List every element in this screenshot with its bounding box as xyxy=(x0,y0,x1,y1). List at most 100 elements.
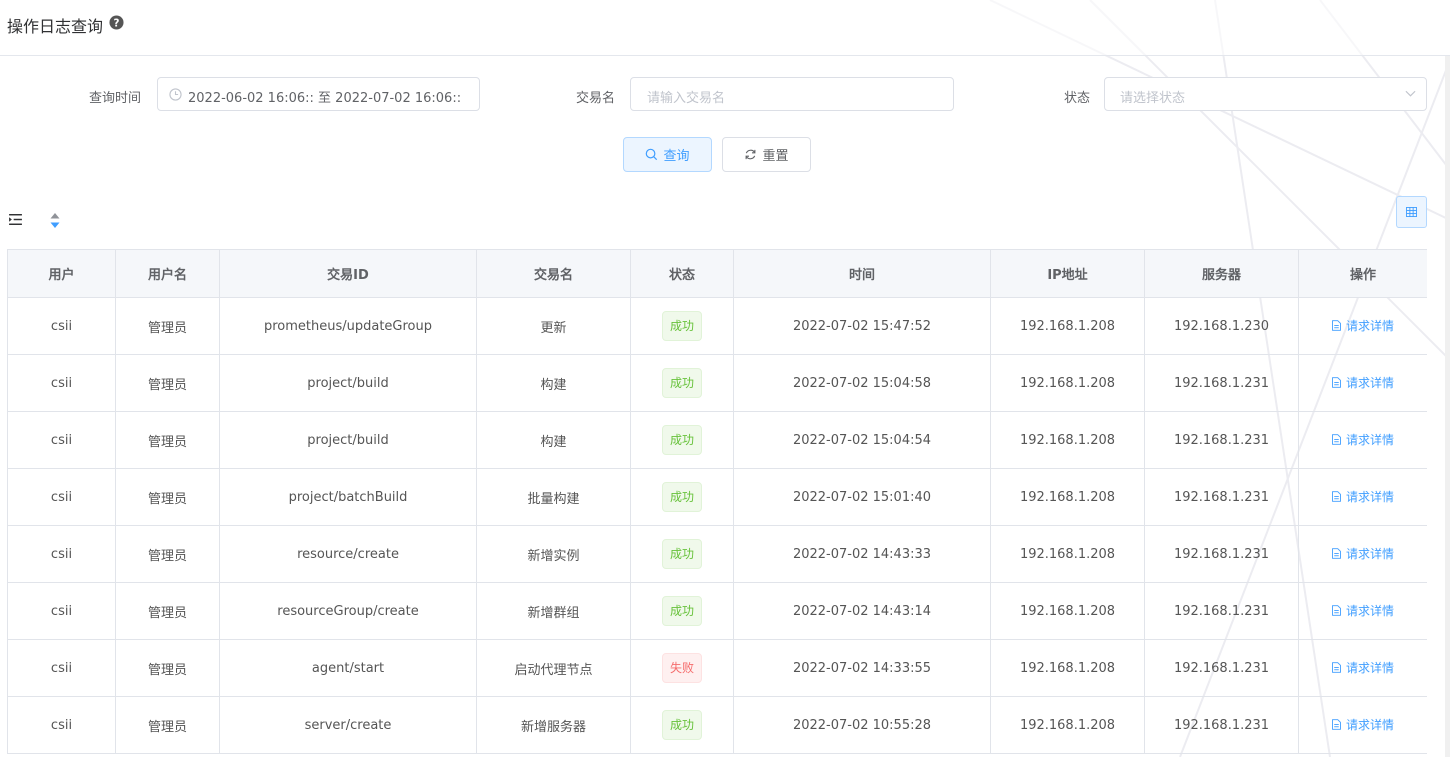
cell-time: 2022-07-02 14:33:55 xyxy=(733,639,991,697)
cell-trade-id: server/create xyxy=(219,696,477,754)
status-badge: 成功 xyxy=(661,425,702,455)
status-select[interactable]: 请选择状态 xyxy=(1104,77,1427,111)
column-header-time[interactable]: 时间 xyxy=(733,249,991,298)
cell-server: 192.168.1.231 xyxy=(1144,411,1299,469)
scrollbar[interactable] xyxy=(1445,56,1450,757)
cell-trade-name: 启动代理节点 xyxy=(476,639,631,697)
request-detail-link[interactable]: 请求详情 xyxy=(1332,602,1394,619)
column-header-action[interactable]: 操作 xyxy=(1298,249,1427,298)
table-row: csii 管理员 resourceGroup/create 新增群组 成功 2022-07… xyxy=(7,582,1427,640)
table-row: csii 管理员 server/create 新增服务器 成功 2022-07-02 10… xyxy=(7,696,1427,754)
request-detail-link[interactable]: 请求详情 xyxy=(1332,488,1394,505)
cell-ip: 192.168.1.208 xyxy=(990,525,1145,583)
cell-trade-id: project/build xyxy=(219,411,477,469)
status-badge: 成功 xyxy=(661,596,702,626)
request-detail-label: 请求详情 xyxy=(1345,319,1394,333)
cell-status: 成功 xyxy=(630,582,734,640)
column-header-trade-id[interactable]: 交易ID xyxy=(219,249,477,298)
cell-status: 成功 xyxy=(630,525,734,583)
document-icon xyxy=(1332,320,1341,331)
document-icon xyxy=(1332,662,1341,673)
cell-server: 192.168.1.231 xyxy=(1144,525,1299,583)
time-label: 查询时间 xyxy=(89,91,142,106)
cell-trade-id: prometheus/updateGroup xyxy=(219,297,477,355)
status-label: 状态 xyxy=(1064,91,1091,106)
cell-action: 请求详情 xyxy=(1298,411,1427,469)
cell-time: 2022-07-02 15:01:40 xyxy=(733,468,991,526)
cell-server: 192.168.1.231 xyxy=(1144,468,1299,526)
cell-server: 192.168.1.231 xyxy=(1144,696,1299,754)
cell-username: 管理员 xyxy=(115,525,220,583)
request-detail-link[interactable]: 请求详情 xyxy=(1332,374,1394,391)
page-title: 操作日志查询 xyxy=(7,17,104,36)
cell-user: csii xyxy=(7,468,116,526)
cell-trade-id: agent/start xyxy=(219,639,477,697)
cell-trade-name: 构建 xyxy=(476,411,631,469)
operation-log-table: 用户 用户名 交易ID 交易名 状态 时间 IP地址 服务器 操作 csii 管理… xyxy=(7,249,1427,757)
collapse-menu-icon[interactable] xyxy=(9,214,22,225)
column-header-status[interactable]: 状态 xyxy=(630,249,734,298)
request-detail-label: 请求详情 xyxy=(1345,718,1394,732)
cell-status: 失败 xyxy=(630,639,734,697)
column-header-username[interactable]: 用户名 xyxy=(115,249,220,298)
table-header-row: 用户 用户名 交易ID 交易名 状态 时间 IP地址 服务器 操作 xyxy=(7,249,1427,298)
cell-ip: 192.168.1.208 xyxy=(990,582,1145,640)
question-circle-icon[interactable]: ? xyxy=(109,15,124,30)
cell-status: 成功 xyxy=(630,696,734,754)
document-icon xyxy=(1332,491,1341,502)
column-header-server[interactable]: 服务器 xyxy=(1144,249,1299,298)
clock-icon xyxy=(169,88,182,101)
request-detail-label: 请求详情 xyxy=(1345,547,1394,561)
request-detail-link[interactable]: 请求详情 xyxy=(1332,317,1394,334)
cell-trade-name: 新增服务器 xyxy=(476,696,631,754)
request-detail-link[interactable]: 请求详情 xyxy=(1332,431,1394,448)
request-detail-label: 请求详情 xyxy=(1345,604,1394,618)
cell-ip: 192.168.1.208 xyxy=(990,411,1145,469)
request-detail-label: 请求详情 xyxy=(1345,661,1394,675)
table-row: csii 管理员 project/build 构建 成功 2022-07-02 15:04… xyxy=(7,354,1427,412)
cell-trade-id: resource/create xyxy=(219,525,477,583)
cell-trade-name: 批量构建 xyxy=(476,468,631,526)
cell-username: 管理员 xyxy=(115,468,220,526)
table-row: csii 管理员 project/batchBuild 批量构建 成功 2022-07-0… xyxy=(7,468,1427,526)
cell-user: csii xyxy=(7,696,116,754)
cell-server: 192.168.1.230 xyxy=(1144,297,1299,355)
table-row: csii 管理员 prometheus/updateGroup 更新 成功 2022-07… xyxy=(7,297,1427,355)
request-detail-link[interactable]: 请求详情 xyxy=(1332,716,1394,733)
cell-action: 请求详情 xyxy=(1298,582,1427,640)
cell-action: 请求详情 xyxy=(1298,696,1427,754)
request-detail-label: 请求详情 xyxy=(1345,433,1394,447)
column-header-trade-name[interactable]: 交易名 xyxy=(476,249,631,298)
status-badge: 成功 xyxy=(661,710,702,740)
trade-name-input[interactable]: 请输入交易名 xyxy=(630,77,954,111)
document-icon xyxy=(1332,719,1341,730)
cell-username: 管理员 xyxy=(115,582,220,640)
cell-trade-name: 构建 xyxy=(476,354,631,412)
page-header: 操作日志查询 ? xyxy=(0,0,1450,56)
chevron-down-icon xyxy=(1405,90,1416,97)
cell-action: 请求详情 xyxy=(1298,354,1427,412)
search-button[interactable]: 查询 xyxy=(623,137,712,172)
cell-user: csii xyxy=(7,297,116,355)
cell-time: 2022-07-02 14:43:33 xyxy=(733,525,991,583)
time-range-picker[interactable]: 2022-06-02 16:06:: 至 2022-07-02 16:06:: xyxy=(157,77,480,111)
request-detail-link[interactable]: 请求详情 xyxy=(1332,545,1394,562)
cell-server: 192.168.1.231 xyxy=(1144,354,1299,412)
request-detail-link[interactable]: 请求详情 xyxy=(1332,659,1394,676)
cell-user: csii xyxy=(7,582,116,640)
column-header-user[interactable]: 用户 xyxy=(7,249,116,298)
cell-username: 管理员 xyxy=(115,411,220,469)
cell-ip: 192.168.1.208 xyxy=(990,297,1145,355)
column-header-ip[interactable]: IP地址 xyxy=(990,249,1145,298)
reset-button[interactable]: 重置 xyxy=(722,137,811,172)
refresh-icon xyxy=(746,149,756,160)
document-icon xyxy=(1332,548,1341,559)
cell-trade-id: project/build xyxy=(219,354,477,412)
table-row: csii 管理员 agent/start 启动代理节点 失败 2022-07-02 14:… xyxy=(7,639,1427,697)
cell-username: 管理员 xyxy=(115,639,220,697)
sort-icon[interactable] xyxy=(50,212,60,229)
status-badge: 成功 xyxy=(661,368,702,398)
cell-time: 2022-07-02 15:04:54 xyxy=(733,411,991,469)
column-settings-button[interactable] xyxy=(1396,196,1427,228)
cell-user: csii xyxy=(7,354,116,412)
